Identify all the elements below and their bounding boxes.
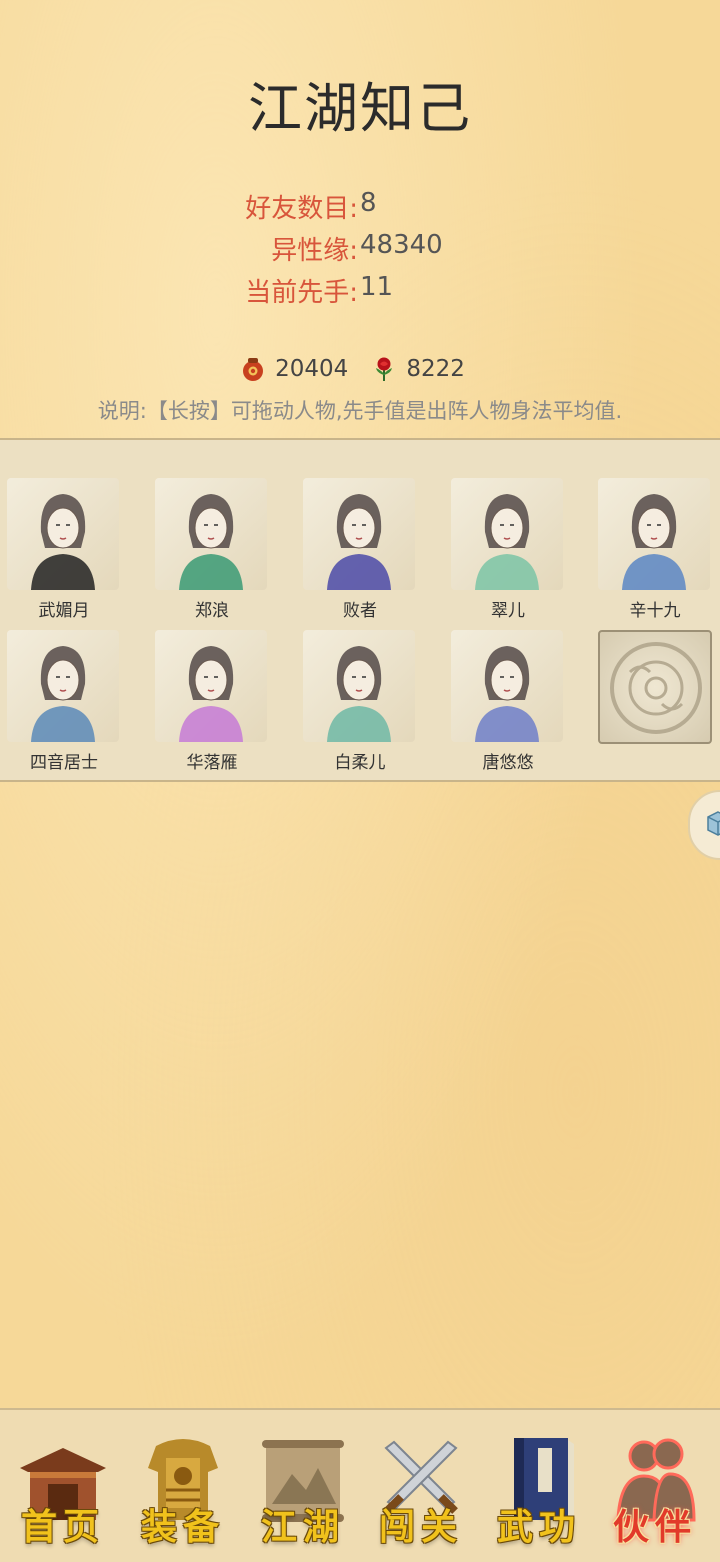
nav-label: 首页 xyxy=(20,1506,105,1548)
portrait-art xyxy=(622,494,686,590)
companion-card[interactable]: 郑浪 xyxy=(155,478,269,621)
companion-portrait xyxy=(155,630,267,742)
nav-challenge[interactable]: 闯关 xyxy=(366,1428,476,1548)
portrait-art xyxy=(327,494,391,590)
instructions-note: 说明:【长按】可拖动人物,先手值是出阵人物身法平均值. xyxy=(97,399,623,423)
companion-card[interactable]: 华落雁 xyxy=(155,630,269,773)
companion-name: 翠儿 xyxy=(491,601,525,621)
companion-card[interactable]: 翠儿 xyxy=(451,478,565,621)
stat-label: 异性缘: xyxy=(271,236,358,266)
stat-label: 好友数目: xyxy=(245,194,358,224)
cube-icon xyxy=(707,811,720,836)
portrait-art xyxy=(31,646,95,742)
companion-portrait xyxy=(598,478,710,590)
stat-label: 当前先手: xyxy=(245,278,358,308)
wine-jar-count: 20404 xyxy=(275,356,349,382)
empty-slot-emblem xyxy=(598,630,712,744)
portrait-art xyxy=(179,646,243,742)
nav-label: 江湖 xyxy=(260,1506,345,1548)
companion-portrait xyxy=(451,630,563,742)
nav-label: 伙伴 xyxy=(612,1506,697,1548)
portrait-art xyxy=(475,494,539,590)
companion-card[interactable]: 辛十九 xyxy=(598,478,712,621)
companion-name: 唐悠悠 xyxy=(482,753,534,773)
stat-value: 11 xyxy=(360,272,394,302)
wine-jar-icon xyxy=(243,358,264,381)
companion-portrait xyxy=(303,478,415,590)
resource-row: 20404 8222 xyxy=(0,352,720,386)
companion-name: 华落雁 xyxy=(186,753,238,773)
companion-card[interactable]: 四音居士 xyxy=(7,630,121,773)
companion-portrait xyxy=(303,630,415,742)
emblem-art xyxy=(610,642,702,734)
side-panel-tab[interactable] xyxy=(688,790,720,860)
companion-card[interactable]: 武媚月 xyxy=(7,478,121,621)
nav-equipment[interactable]: 装备 xyxy=(128,1428,238,1548)
companion-name: 武媚月 xyxy=(38,601,90,621)
page-title: 江湖知己 xyxy=(248,77,472,140)
nav-martial-arts[interactable]: 武功 xyxy=(484,1428,594,1548)
nav-companions[interactable]: 伙伴 xyxy=(600,1428,710,1548)
companion-name: 辛十九 xyxy=(629,601,681,621)
companion-name: 郑浪 xyxy=(195,601,229,621)
companion-name: 白柔儿 xyxy=(334,753,386,773)
companion-card[interactable]: 败者 xyxy=(303,478,417,621)
companion-portrait xyxy=(7,630,119,742)
portrait-art xyxy=(475,646,539,742)
companion-name: 败者 xyxy=(343,601,377,621)
companion-card[interactable]: 白柔儿 xyxy=(303,630,417,773)
companion-portrait xyxy=(7,478,119,590)
companion-card[interactable]: 唐悠悠 xyxy=(451,630,565,773)
nav-label: 武功 xyxy=(496,1506,581,1548)
rose-icon xyxy=(376,357,393,381)
portrait-art xyxy=(179,494,243,590)
companion-name: 四音居士 xyxy=(30,753,98,773)
rose-count: 8222 xyxy=(406,356,465,382)
stat-value: 8 xyxy=(360,188,377,218)
nav-label: 装备 xyxy=(140,1506,225,1548)
portrait-art xyxy=(327,646,391,742)
bottom-navigation: 首页 装备 江湖 闯关 武功 伙伴 xyxy=(0,1408,720,1562)
companion-grid: 武媚月 郑浪 败者 翠儿 辛十九四音居士 华落雁 白柔儿 唐悠悠 xyxy=(0,438,720,782)
portrait-art xyxy=(31,494,95,590)
companion-portrait xyxy=(451,478,563,590)
stat-value: 48340 xyxy=(360,230,443,260)
nav-jianghu[interactable]: 江湖 xyxy=(248,1428,358,1548)
nav-label: 闯关 xyxy=(378,1506,463,1548)
companion-portrait xyxy=(155,478,267,590)
nav-home[interactable]: 首页 xyxy=(8,1428,118,1548)
empty-companion-slot[interactable] xyxy=(598,630,712,750)
